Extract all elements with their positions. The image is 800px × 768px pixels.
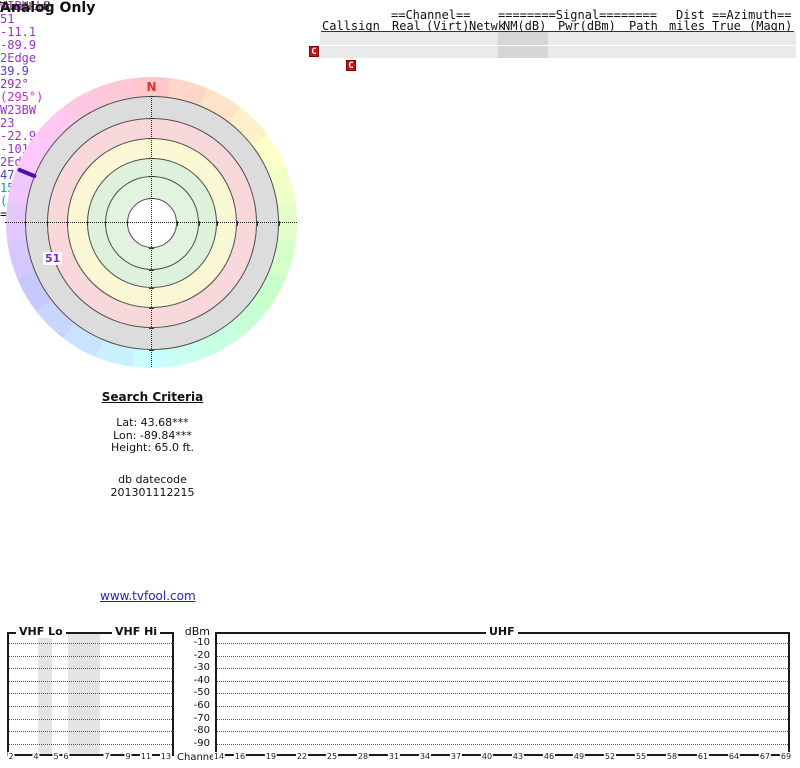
channel-tick: 67 xyxy=(758,752,772,762)
channel-tick: 6 xyxy=(62,752,70,762)
channel-tick: 7 xyxy=(103,752,111,762)
channel-tick: 69 xyxy=(779,752,793,762)
channel-tick: 5 xyxy=(52,752,60,762)
axis-tick xyxy=(66,220,68,226)
db-datecode: db datecode 201301112215 xyxy=(55,473,250,499)
dbm-tick: -20 xyxy=(193,649,210,661)
table-row-bg xyxy=(320,32,796,45)
search-criteria: Search Criteria Lat: 43.68*** Lon: -89.8… xyxy=(55,390,250,455)
axis-tick xyxy=(149,288,154,289)
dbm-tick: -80 xyxy=(193,725,210,737)
channel-marker-label: 51 xyxy=(43,252,63,265)
axis-tick xyxy=(176,220,178,226)
channel-tick: 2 xyxy=(7,752,15,762)
channel-tick: 28 xyxy=(356,752,370,762)
channel-tick: 46 xyxy=(542,752,556,762)
co-channel-legend-icon: C xyxy=(346,59,356,71)
channel-tick: 52 xyxy=(603,752,617,762)
axis-tick xyxy=(46,220,48,226)
dbm-tick: -10 xyxy=(193,637,210,648)
crosshair-vertical xyxy=(151,96,152,367)
criteria-title: Search Criteria xyxy=(101,390,204,404)
nm-cell-bg xyxy=(498,45,548,58)
axis-tick xyxy=(149,138,154,139)
dbm-tick: -30 xyxy=(193,662,210,674)
dbm-tick: -70 xyxy=(193,712,210,724)
true-north-label: TrueNorth xyxy=(0,0,55,13)
north-indicator: N xyxy=(146,80,157,94)
axis-tick xyxy=(216,220,218,226)
channel-tick: 4 xyxy=(32,752,40,762)
criteria-height: Height: 65.0 ft. xyxy=(110,441,195,454)
channel-tick: 25 xyxy=(325,752,339,762)
axis-tick xyxy=(149,328,154,329)
axis-tick xyxy=(198,220,200,226)
radar-plot: N 51 xyxy=(5,77,297,369)
channel-tick: 9 xyxy=(124,752,132,762)
channel-tick: 31 xyxy=(387,752,401,762)
axis-tick xyxy=(24,220,26,226)
channel-tick: 49 xyxy=(572,752,586,762)
dbm-tick: -50 xyxy=(193,687,210,699)
channel-tick: 19 xyxy=(264,752,278,762)
channel-tick: 37 xyxy=(449,752,463,762)
db-datecode-value: 201301112215 xyxy=(110,485,195,499)
axis-tick xyxy=(149,96,154,97)
band-label-vhf-lo: VHF Lo xyxy=(16,625,66,638)
tvfool-link[interactable]: www.tvfool.com xyxy=(100,589,196,603)
channel-tick: 14 xyxy=(212,752,226,762)
channel-tick: 43 xyxy=(511,752,525,762)
axis-tick xyxy=(149,176,154,177)
axis-tick xyxy=(104,220,106,226)
channel-tick: 16 xyxy=(233,752,247,762)
channel-tick: 22 xyxy=(295,752,309,762)
axis-tick xyxy=(149,350,154,351)
axis-tick xyxy=(149,270,154,271)
db-datecode-label: db datecode xyxy=(118,473,187,486)
nm-cell-bg xyxy=(498,32,548,45)
axis-tick xyxy=(236,220,238,226)
axis-tick xyxy=(149,198,154,199)
axis-tick xyxy=(126,220,128,226)
axis-tick xyxy=(278,220,280,226)
axis-tick xyxy=(256,220,258,226)
axis-tick xyxy=(149,248,154,249)
table-row-bg xyxy=(320,45,796,58)
dbm-tick: -90 xyxy=(193,737,210,749)
channel-tick: 55 xyxy=(634,752,648,762)
channel-tick: 11 xyxy=(139,752,153,762)
channel-tick: 64 xyxy=(727,752,741,762)
channel-tick: 58 xyxy=(665,752,679,762)
dbm-tick: -40 xyxy=(193,674,210,686)
axis-tick xyxy=(149,118,154,119)
channel-tick: 13 xyxy=(159,752,173,762)
vhf-panel xyxy=(7,632,174,756)
axis-tick xyxy=(149,308,154,309)
channel-tick: 34 xyxy=(418,752,432,762)
co-channel-marker-icon: C xyxy=(309,46,319,57)
uhf-panel xyxy=(215,632,790,756)
channel-tick: 40 xyxy=(480,752,494,762)
dbm-tick: -60 xyxy=(193,700,210,711)
band-label-uhf: UHF xyxy=(486,625,518,638)
band-label-vhf-hi: VHF Hi xyxy=(112,625,161,638)
channel-tick: 61 xyxy=(696,752,710,762)
axis-tick xyxy=(149,158,154,159)
tvfool-report: Analog Only TrueNorth N 51 ==Channel== ==… xyxy=(0,0,800,768)
criteria-lat: Lat: 43.68*** xyxy=(116,416,189,429)
axis-tick xyxy=(86,220,88,226)
